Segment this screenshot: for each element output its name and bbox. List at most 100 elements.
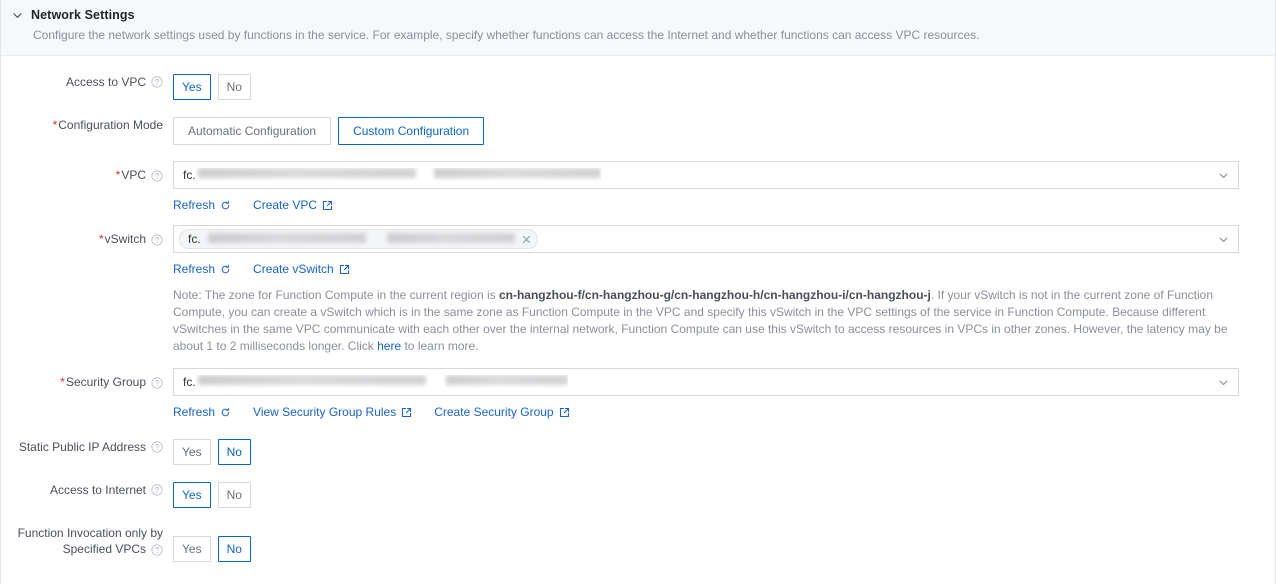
access-to-internet-no-button[interactable]: No	[217, 482, 251, 508]
row-security-group: *Security Group fc. Refresh View Securit…	[1, 368, 1275, 419]
chevron-down-icon[interactable]	[11, 9, 23, 21]
static-public-ip-no-button[interactable]: No	[217, 439, 251, 465]
close-icon[interactable]	[520, 233, 533, 246]
field-vswitch: fc. Refresh Create vSwitch Note: The zon…	[173, 225, 1275, 355]
question-circle-icon[interactable]	[150, 233, 163, 246]
create-vpc-link[interactable]: Create VPC	[253, 198, 333, 212]
vpc-selected-value: fc.	[183, 168, 601, 182]
vswitch-note: Note: The zone for Function Compute in t…	[173, 287, 1239, 355]
field-access-to-internet: Yes No	[173, 482, 1275, 508]
chevron-down-icon[interactable]	[1217, 233, 1229, 245]
label-value: VPC	[121, 168, 146, 182]
external-link-icon	[559, 407, 570, 418]
label-access-to-vpc: Access to VPC	[1, 74, 173, 90]
external-link-icon	[322, 200, 333, 211]
security-group-links: Refresh View Security Group Rules Create…	[173, 405, 1275, 419]
vswitch-selected-tag: fc.	[179, 229, 538, 249]
link-label: Refresh	[173, 198, 216, 212]
label-vpc: *VPC	[1, 161, 173, 183]
link-label: View Security Group Rules	[253, 405, 397, 419]
security-group-value-prefix: fc.	[183, 375, 196, 389]
question-circle-icon[interactable]	[150, 75, 163, 88]
question-circle-icon[interactable]	[150, 169, 163, 182]
refresh-icon	[220, 200, 231, 211]
view-security-group-rules-link[interactable]: View Security Group Rules	[253, 405, 412, 419]
access-to-vpc-yes-button[interactable]: Yes	[173, 74, 211, 100]
external-link-icon	[401, 407, 412, 418]
access-to-internet-yes-button[interactable]: Yes	[173, 482, 211, 508]
label-text: *vSwitch	[99, 231, 146, 247]
required-asterisk: *	[98, 232, 104, 246]
toggle-access-to-internet: Yes No	[173, 482, 1275, 508]
question-circle-icon[interactable]	[150, 483, 163, 496]
function-invocation-vpcs-yes-button[interactable]: Yes	[173, 536, 211, 562]
label-text: Access to Internet	[49, 483, 146, 497]
link-label: Create vSwitch	[253, 262, 334, 276]
row-access-to-vpc: Access to VPC Yes No	[1, 74, 1275, 100]
function-invocation-vpcs-no-button[interactable]: No	[217, 536, 251, 562]
label-access-to-internet: Access to Internet	[1, 482, 173, 498]
label-text: *Security Group	[60, 374, 146, 390]
label-text-line2: Specified VPCs	[62, 542, 146, 556]
field-access-to-vpc: Yes No	[173, 74, 1275, 100]
label-value: Security Group	[65, 375, 146, 389]
chevron-down-icon[interactable]	[1217, 169, 1229, 181]
automatic-configuration-button[interactable]: Automatic Configuration	[173, 117, 332, 145]
network-settings-card: Network Settings Configure the network s…	[0, 0, 1276, 584]
row-vpc: *VPC fc. Refresh Create VPC	[1, 161, 1275, 212]
refresh-icon	[220, 407, 231, 418]
vswitch-tag-prefix: fc.	[188, 232, 201, 246]
required-asterisk: *	[115, 168, 121, 182]
label-text: *Configuration Mode	[53, 117, 163, 133]
label-configuration-mode: *Configuration Mode	[1, 117, 173, 133]
row-vswitch: *vSwitch fc. Refresh Create vSwitch Note…	[1, 225, 1275, 355]
label-function-invocation-specified-vpcs: Function Invocation only by Specified VP…	[1, 525, 173, 557]
security-group-refresh-link[interactable]: Refresh	[173, 405, 231, 419]
row-static-public-ip-address: Static Public IP Address Yes No	[1, 439, 1275, 465]
redacted-value-block	[207, 233, 366, 243]
question-circle-icon[interactable]	[150, 544, 163, 557]
vpc-links: Refresh Create VPC	[173, 198, 1275, 212]
question-circle-icon[interactable]	[150, 440, 163, 453]
external-link-icon	[339, 264, 350, 275]
question-circle-icon[interactable]	[150, 376, 163, 389]
vswitch-select[interactable]: fc.	[173, 225, 1239, 253]
section-header: Network Settings Configure the network s…	[1, 0, 1275, 56]
toggle-access-to-vpc: Yes No	[173, 74, 1275, 100]
security-group-select[interactable]: fc.	[173, 368, 1239, 396]
vswitch-links: Refresh Create vSwitch	[173, 262, 1275, 276]
label-value: vSwitch	[104, 232, 146, 246]
note-here-link[interactable]: here	[377, 339, 401, 353]
field-static-public-ip-address: Yes No	[173, 439, 1275, 465]
static-public-ip-yes-button[interactable]: Yes	[173, 439, 211, 465]
required-asterisk: *	[60, 375, 65, 389]
label-text-line1: Function Invocation only by	[17, 526, 163, 540]
label-text: *VPC	[116, 167, 146, 183]
create-security-group-link[interactable]: Create Security Group	[434, 405, 569, 419]
redacted-value-block	[445, 375, 568, 385]
redacted-value-block	[433, 168, 601, 178]
label-value: Configuration Mode	[58, 118, 163, 132]
toggle-configuration-mode: Automatic Configuration Custom Configura…	[173, 117, 1275, 145]
link-label: Refresh	[173, 405, 216, 419]
label-vswitch: *vSwitch	[1, 225, 173, 247]
create-vswitch-link[interactable]: Create vSwitch	[253, 262, 350, 276]
vswitch-refresh-link[interactable]: Refresh	[173, 262, 231, 276]
link-label: Create VPC	[253, 198, 318, 212]
page-title: Network Settings	[31, 8, 135, 22]
security-group-selected-value: fc.	[183, 375, 568, 389]
vpc-value-prefix: fc.	[183, 168, 196, 182]
link-label: Create Security Group	[434, 405, 554, 419]
vpc-select[interactable]: fc.	[173, 161, 1239, 189]
chevron-down-icon[interactable]	[1217, 376, 1229, 388]
row-function-invocation-specified-vpcs: Function Invocation only by Specified VP…	[1, 525, 1275, 562]
custom-configuration-button[interactable]: Custom Configuration	[338, 117, 485, 145]
required-asterisk: *	[52, 118, 58, 132]
redacted-value-block	[197, 168, 416, 178]
field-function-invocation-specified-vpcs: Yes No	[173, 525, 1275, 562]
access-to-vpc-no-button[interactable]: No	[217, 74, 251, 100]
row-access-to-internet: Access to Internet Yes No	[1, 482, 1275, 508]
field-security-group: fc. Refresh View Security Group Rules Cr…	[173, 368, 1275, 419]
label-security-group: *Security Group	[1, 368, 173, 390]
vpc-refresh-link[interactable]: Refresh	[173, 198, 231, 212]
